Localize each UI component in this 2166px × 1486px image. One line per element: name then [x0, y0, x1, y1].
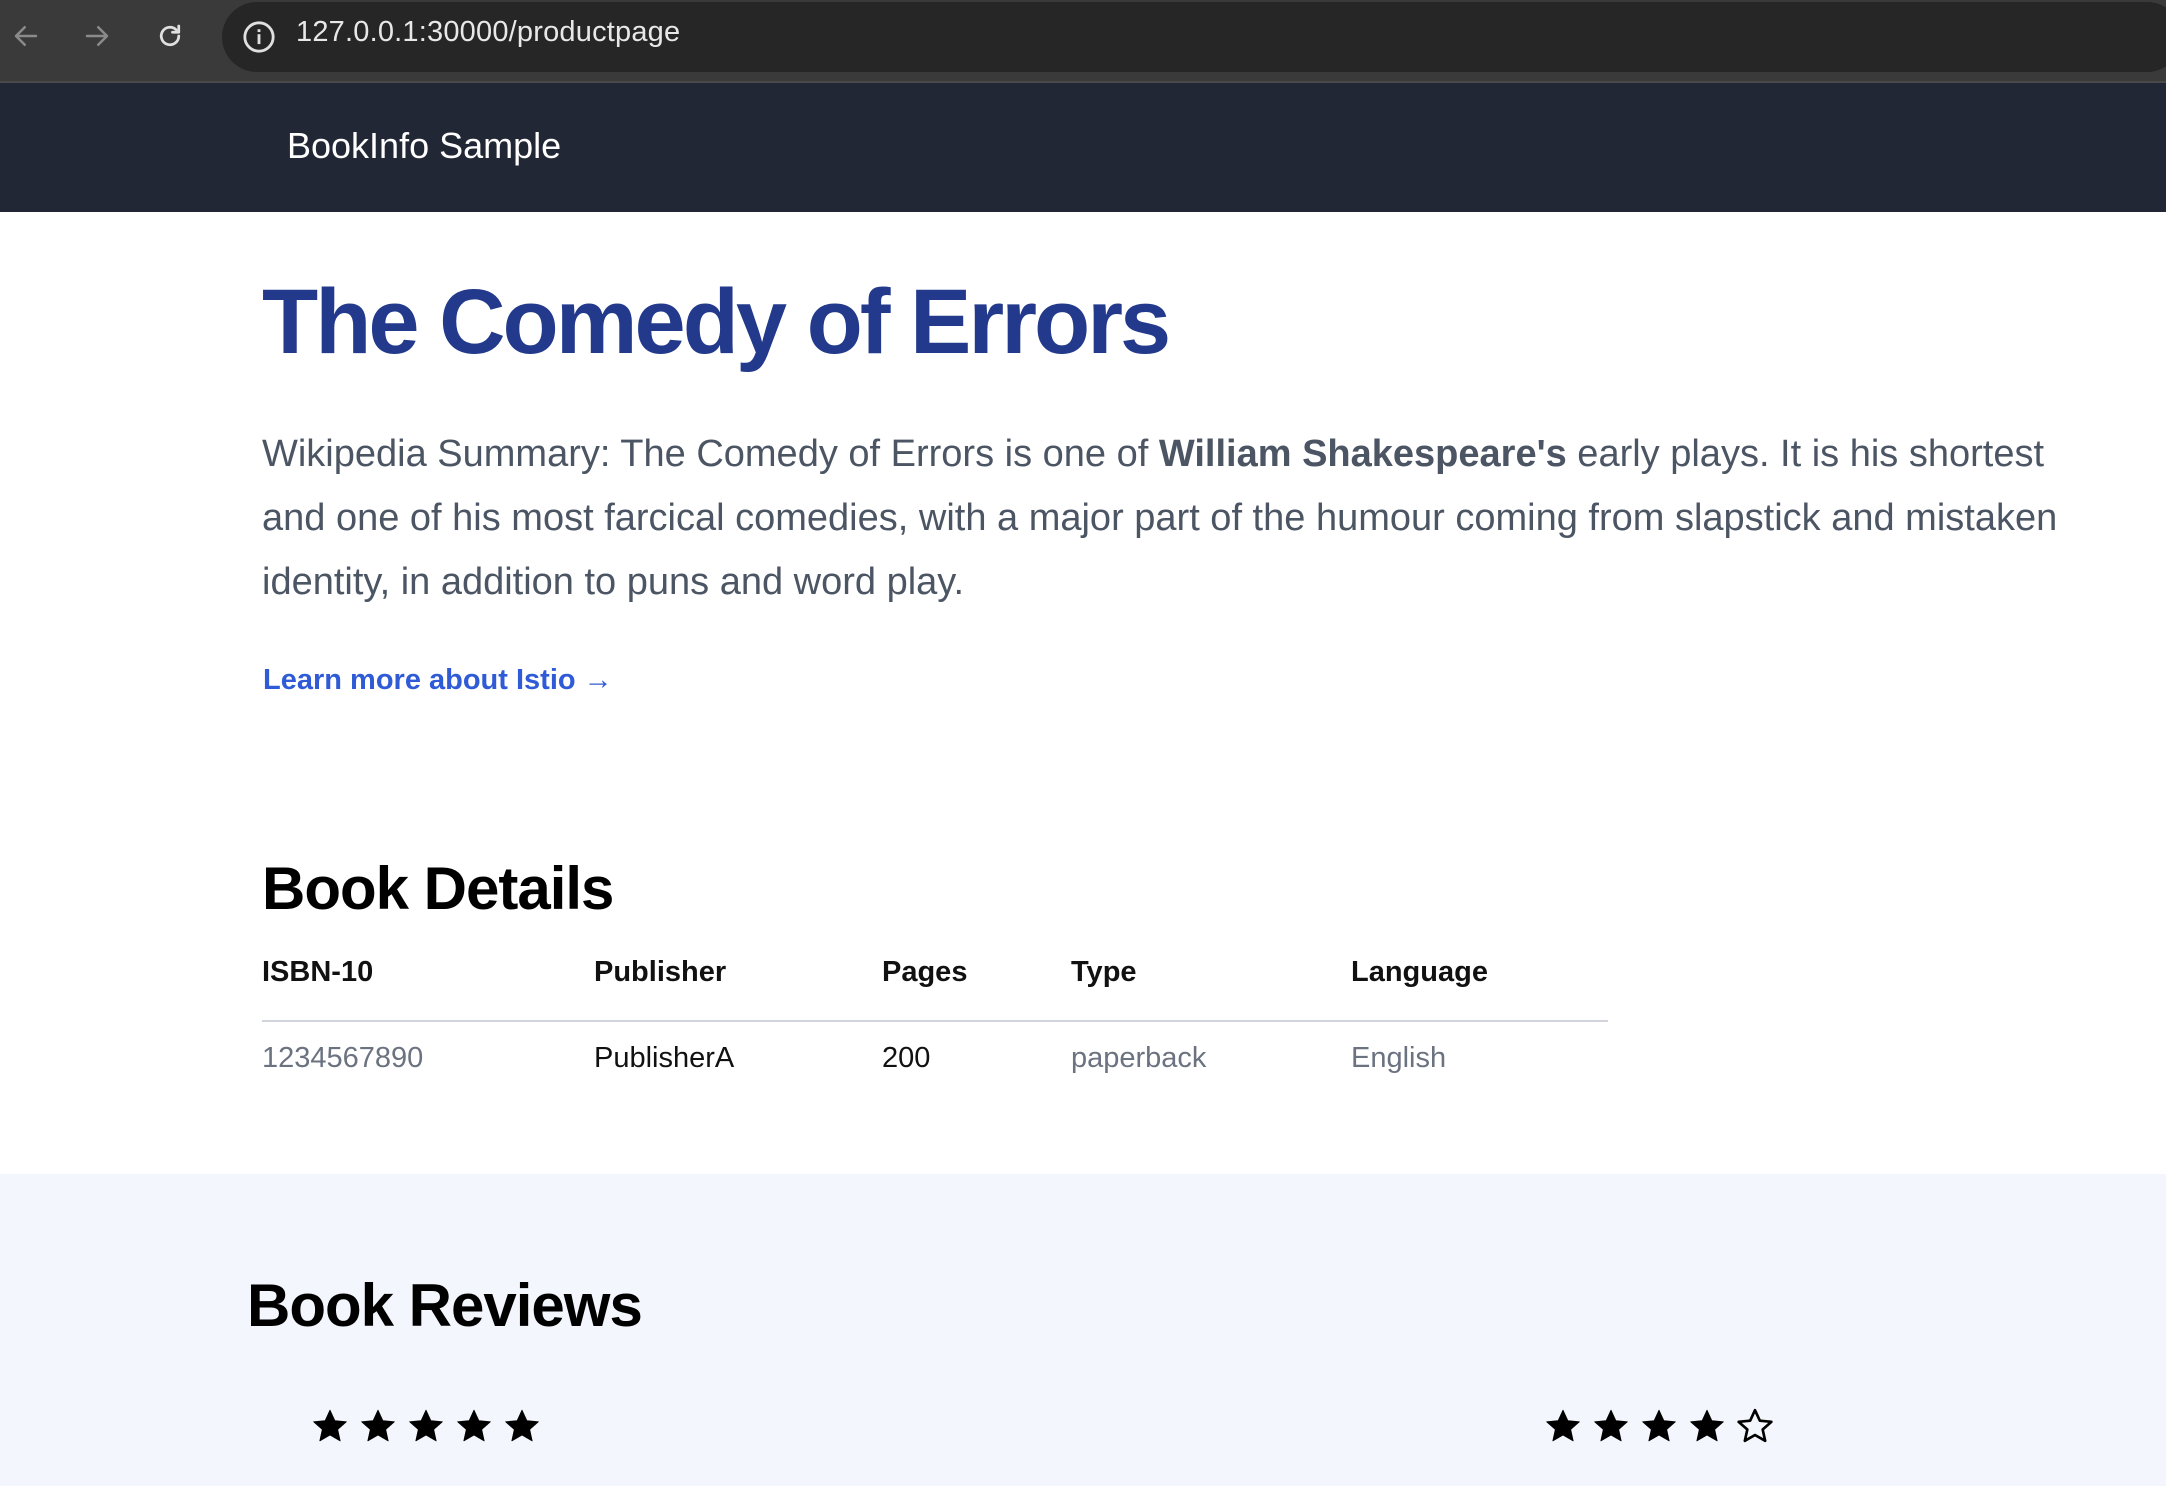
url-text[interactable]: 127.0.0.1:30000/productpage [296, 16, 680, 49]
reload-button[interactable] [148, 14, 192, 58]
star-filled-icon [457, 1409, 491, 1442]
star-filled-icon [1642, 1409, 1676, 1442]
cell-language: English [1351, 1042, 1447, 1074]
column-header-type: Type [1071, 956, 1137, 988]
reload-icon [159, 24, 181, 47]
column-header-language: Language [1351, 956, 1488, 988]
column-header-publisher: Publisher [594, 956, 727, 988]
star-filled-icon [1546, 1409, 1580, 1442]
star-filled-icon [505, 1409, 539, 1442]
table-divider [262, 1020, 1608, 1022]
brand-title[interactable]: BookInfo Sample [287, 125, 561, 167]
info-icon[interactable] [242, 20, 276, 54]
star-filled-icon [1594, 1409, 1628, 1442]
book-title: The Comedy of Errors [262, 271, 1171, 373]
review-rating-2 [1543, 1406, 1775, 1450]
app-navbar: BookInfo Sample [0, 83, 2166, 212]
cell-isbn: 1234567890 [262, 1042, 424, 1074]
book-reviews-heading: Book Reviews [247, 1272, 643, 1339]
star-filled-icon [1690, 1409, 1724, 1442]
book-details-heading: Book Details [262, 855, 614, 922]
summary-prefix: Wikipedia Summary: The Comedy of Errors … [262, 433, 1159, 475]
arrow-left-icon [14, 26, 38, 46]
star-filled-icon [361, 1409, 395, 1442]
browser-toolbar: 127.0.0.1:30000/productpage [0, 0, 2166, 83]
book-summary: Wikipedia Summary: The Comedy of Errors … [262, 422, 2062, 614]
back-button[interactable] [4, 14, 48, 58]
summary-author: William Shakespeare's [1158, 433, 1567, 475]
review-rating-1 [310, 1406, 542, 1450]
arrow-right-icon [85, 26, 109, 46]
star-filled-icon [313, 1409, 347, 1442]
star-empty-icon [1737, 1408, 1773, 1443]
forward-button[interactable] [75, 14, 119, 58]
cell-pages: 200 [882, 1042, 931, 1074]
cell-type: paperback [1071, 1042, 1207, 1074]
star-filled-icon [409, 1409, 443, 1442]
learn-more-link[interactable]: Learn more about Istio → [263, 664, 613, 697]
cell-publisher: PublisherA [594, 1042, 735, 1074]
column-header-pages: Pages [882, 956, 968, 988]
column-header-isbn: ISBN-10 [262, 956, 374, 988]
